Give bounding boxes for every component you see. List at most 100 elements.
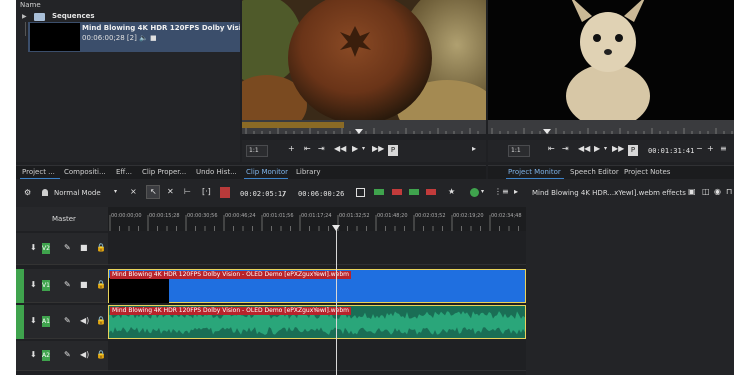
track-effect-icon[interactable]: ✎ (64, 350, 71, 359)
track-collapse-arrow-icon[interactable]: ⬇ (30, 280, 37, 289)
speaker-icon[interactable]: ◀) (80, 316, 89, 325)
project-playhead-marker[interactable] (543, 129, 552, 134)
mode-dropdown-icon[interactable]: ▾ (114, 188, 117, 195)
collapse-icon[interactable]: ⊓ (726, 187, 732, 196)
timeline-playhead-handle[interactable] (332, 225, 340, 231)
play-icon[interactable]: ▶ (352, 144, 358, 153)
track-effect-icon[interactable]: ✎ (64, 316, 71, 325)
clip-title: Mind Blowing 4K HDR 120FPS Dolby Vision … (82, 24, 240, 32)
lock-icon[interactable]: 🔒 (96, 280, 106, 289)
lock-icon[interactable]: 🔒 (96, 316, 106, 325)
right-tab-0[interactable]: Project Monitor (508, 168, 561, 176)
track-collapse-arrow-icon[interactable]: ⬇ (30, 316, 37, 325)
project-timecode[interactable]: 00:01:31:41 (648, 147, 694, 155)
track-lane-a1[interactable]: Mind Blowing 4K HDR 120FPS Dolby Vision … (108, 305, 526, 339)
time-ruler[interactable]: 00:00:00;00 00:00:15;28 00:00:30;56 00:00:4… (108, 207, 526, 231)
effect-stack-title: Mind Blowing 4K HDR...xYewI].webm effect… (532, 189, 686, 197)
track-header-v1[interactable]: ⬇ V1 ✎ ■ 🔒 (16, 269, 108, 303)
camera-icon[interactable]: ■ (80, 280, 88, 289)
track-header-a1[interactable]: ⬇ A1 ✎ ◀) 🔒 (16, 305, 108, 339)
favorite-star-icon[interactable]: ★ (448, 187, 455, 196)
audio-clip[interactable]: Mind Blowing 4K HDR 120FPS Dolby Vision … (108, 305, 526, 339)
proj-play-options-icon[interactable]: ▾ (604, 145, 607, 152)
overwrite-clip-icon[interactable] (392, 189, 402, 195)
spacer-tool-icon[interactable]: ⊢ (184, 187, 191, 196)
mixer-icon[interactable]: ⋮≡ (494, 187, 509, 196)
left-tab-1[interactable]: Compositi... (64, 168, 106, 176)
ruler-label: 00:02:03;52 (415, 213, 446, 219)
track-lane-v1[interactable]: Mind Blowing 4K HDR 120FPS Dolby Vision … (108, 269, 526, 303)
split-view-icon[interactable]: ◫ (702, 187, 710, 196)
video-clip[interactable]: Mind Blowing 4K HDR 120FPS Dolby Vision … (108, 269, 526, 303)
track-lane-a2[interactable] (108, 341, 526, 371)
right-tab-1[interactable]: Speech Editor (570, 168, 619, 176)
preview-render-icon[interactable] (470, 188, 479, 197)
insert-clip-icon[interactable] (374, 189, 384, 195)
project-monitor-ruler[interactable] (488, 120, 734, 134)
proj-set-out-icon[interactable]: ⇥ (562, 144, 569, 153)
track-collapse-arrow-icon[interactable]: ⬇ (30, 350, 37, 359)
extract-zone-icon[interactable] (409, 189, 419, 195)
track-effect-icon[interactable]: ✎ (64, 243, 71, 252)
set-in-icon[interactable]: ⇤ (304, 144, 311, 153)
lock-icon[interactable]: 🔒 (96, 350, 106, 359)
sequences-folder-label[interactable]: Sequences (52, 12, 95, 20)
settings-gear-icon[interactable]: ⚙ (24, 188, 31, 197)
left-tab-0[interactable]: Project ... (22, 168, 55, 176)
timeline-position[interactable]: 00:02:05:17 (240, 190, 286, 198)
timeline-duration: 00:06:00:26 (298, 190, 345, 198)
step-up-icon[interactable]: + (707, 144, 714, 153)
edit-mode-select[interactable]: Normal Mode (54, 189, 101, 197)
set-out-icon[interactable]: ⇥ (318, 144, 325, 153)
track-lane-v2[interactable] (108, 233, 526, 265)
preview-dropdown-icon[interactable]: ▾ (481, 188, 484, 195)
track-collapse-arrow-icon[interactable]: ⬇ (30, 243, 37, 252)
clip-monitor-ruler[interactable] (242, 120, 486, 134)
left-tab-6[interactable]: Library (296, 168, 320, 176)
hamburger-menu-icon[interactable]: ≡ (720, 144, 727, 153)
lock-icon[interactable]: 🔒 (96, 243, 106, 252)
camera-icon[interactable]: ■ (80, 243, 88, 252)
multicam-tool-icon[interactable] (220, 187, 230, 198)
left-tab-4[interactable]: Undo Hist... (196, 168, 237, 176)
timeline-playhead[interactable] (336, 225, 337, 375)
proj-set-in-icon[interactable]: ⇤ (548, 144, 555, 153)
speaker-icon[interactable]: ◀) (80, 350, 89, 359)
track-effect-icon[interactable]: ✎ (64, 280, 71, 289)
project-monitor-view[interactable] (488, 0, 734, 120)
ruler-label: 00:00:15;28 (149, 213, 180, 219)
clip-monitor-view[interactable] (242, 0, 486, 120)
left-tab-5[interactable]: Clip Monitor (246, 168, 288, 176)
right-tab-2[interactable]: Project Notes (624, 168, 670, 176)
cut-tool-icon[interactable]: ✕ (167, 187, 174, 196)
razor-disabled-icon[interactable]: ⨯ (130, 187, 137, 196)
proj-rewind-icon[interactable]: ◀◀ (578, 144, 590, 153)
expand-arrow-icon[interactable]: ▶ (22, 13, 27, 20)
timeline-menu-icon[interactable]: ▸ (514, 187, 518, 196)
forward-icon[interactable]: ▶▶ (372, 144, 384, 153)
clip-flag-icon[interactable]: P (388, 145, 398, 156)
project-flag-icon[interactable]: P (628, 145, 638, 156)
step-down-icon[interactable]: − (696, 144, 703, 153)
slip-tool-icon[interactable]: [·] (202, 187, 211, 196)
play-options-icon[interactable]: ▾ (362, 145, 365, 152)
proj-forward-icon[interactable]: ▶▶ (612, 144, 624, 153)
clip-zoom-select[interactable]: 1:1 (246, 145, 268, 157)
rewind-icon[interactable]: ◀◀ (334, 144, 346, 153)
fit-zoom-icon[interactable] (356, 188, 365, 197)
left-tab-3[interactable]: Clip Proper... (142, 168, 186, 176)
compare-icon[interactable]: ▣ (688, 187, 696, 196)
lift-zone-icon[interactable] (426, 189, 436, 195)
clip-thumbnail (30, 23, 80, 51)
project-monitor-frame (488, 0, 734, 120)
proj-play-icon[interactable]: ▶ (594, 144, 600, 153)
track-header-v2[interactable]: ⬇ V2 ✎ ■ 🔒 (16, 233, 108, 265)
left-tab-2[interactable]: Eff... (116, 168, 132, 176)
add-marker-icon[interactable]: + (288, 144, 295, 153)
clip-playhead-marker[interactable] (355, 129, 363, 134)
project-monitor-controls: 1:1 ⇤ ⇥ ◀◀ ▶ ▾ ▶▶ P 00:01:31:41 − + ≡ (488, 140, 734, 162)
clip-monitor-menu-icon[interactable]: ▸ (472, 144, 476, 153)
track-header-a2[interactable]: ⬇ A2 ✎ ◀) 🔒 (16, 341, 108, 371)
project-zoom-select[interactable]: 1:1 (508, 145, 530, 157)
visibility-eye-icon[interactable]: ◉ (714, 187, 721, 196)
